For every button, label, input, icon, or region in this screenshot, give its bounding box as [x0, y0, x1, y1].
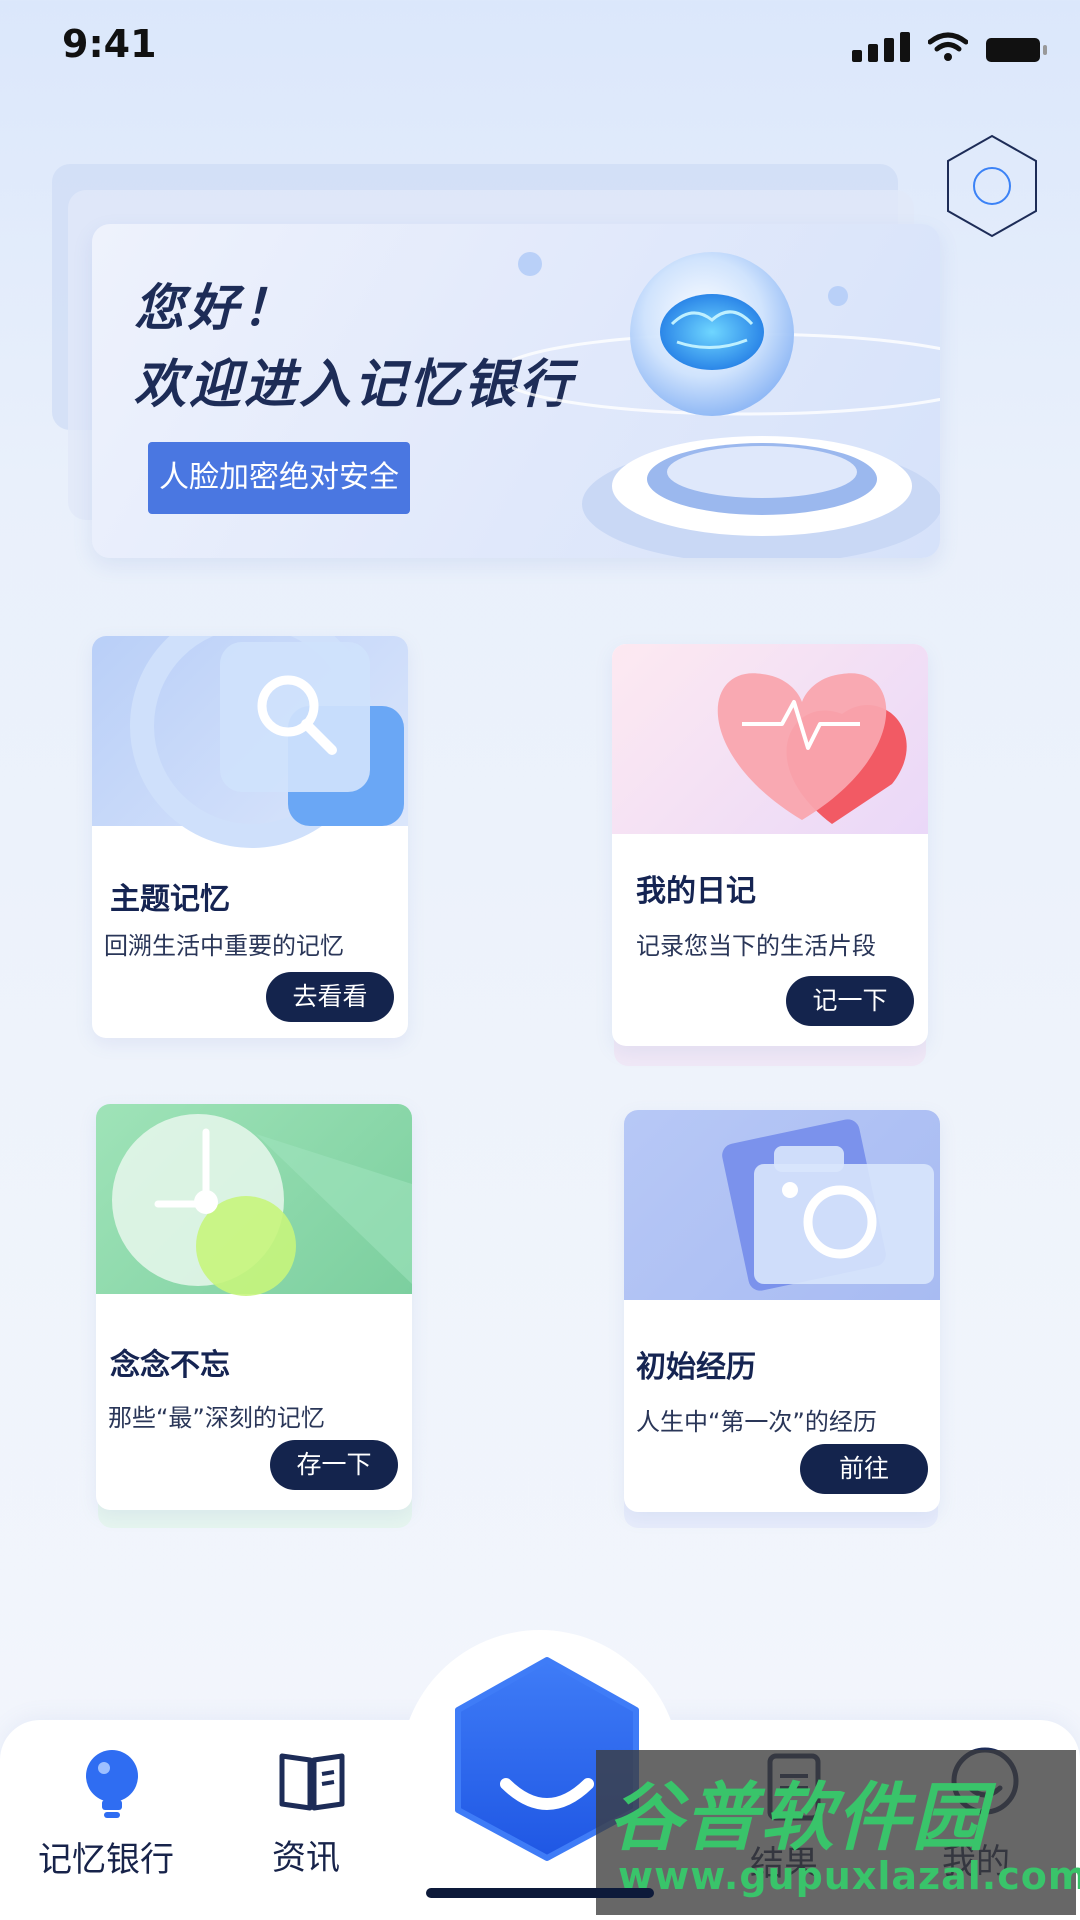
watermark: 谷普软件园 www.gupuxlazal.com [596, 1750, 1080, 1915]
go-see-button[interactable]: 去看看 [266, 972, 394, 1022]
save-button[interactable]: 存一下 [270, 1440, 398, 1490]
card-theme-memory-header [92, 636, 408, 848]
card-unforgettable[interactable]: 念念不忘 那些“最”深刻的记忆 存一下 [96, 1104, 412, 1510]
signal-icon [852, 32, 910, 62]
bulb-icon [86, 1750, 138, 1818]
card-title: 初始经历 [636, 1350, 756, 1385]
card-theme-memory[interactable]: 主题记忆 回溯生活中重要的记忆 去看看 [92, 636, 408, 1038]
hex-settings-icon[interactable] [944, 134, 1040, 238]
clock-icon [112, 1114, 412, 1296]
home-indicator [426, 1888, 654, 1898]
card-unforgettable-header [96, 1104, 412, 1296]
search-icon [130, 636, 404, 848]
tab-label: 记忆银行 [38, 1840, 174, 1880]
status-time: 9:41 [62, 22, 157, 66]
status-icons [852, 32, 1047, 62]
wifi-icon [928, 32, 968, 61]
card-title: 念念不忘 [110, 1348, 230, 1383]
card-subtitle: 记录您当下的生活片段 [636, 932, 876, 960]
card-title: 主题记忆 [110, 882, 230, 917]
card-subtitle: 那些“最”深刻的记忆 [108, 1404, 325, 1432]
watermark-url: www.gupuxlazal.com [618, 1854, 1080, 1898]
face-encrypt-button[interactable]: 人脸加密绝对安全 [148, 442, 410, 514]
card-title: 我的日记 [636, 874, 756, 909]
welcome-banner: 您好！ 欢迎进入记忆银行 人脸加密绝对安全 [92, 224, 940, 558]
card-my-diary-header [612, 644, 928, 834]
tab-news[interactable]: 资讯 [250, 1740, 370, 1890]
tab-label: 资讯 [272, 1838, 340, 1878]
watermark-title: 谷普软件园 [608, 1775, 988, 1861]
battery-icon [986, 38, 1047, 62]
go-button[interactable]: 前往 [800, 1444, 928, 1494]
write-button[interactable]: 记一下 [786, 976, 914, 1026]
camera-icon [722, 1119, 934, 1291]
banner-welcome: 欢迎进入记忆银行 [134, 355, 575, 415]
tab-memory-bank[interactable]: 记忆银行 [30, 1740, 190, 1890]
brain-sphere-illustration [512, 252, 940, 558]
heart-pulse-icon [717, 673, 907, 824]
card-my-diary[interactable]: 我的日记 记录您当下的生活片段 记一下 [612, 644, 928, 1046]
card-subtitle: 回溯生活中重要的记忆 [104, 932, 344, 960]
book-icon [279, 1753, 345, 1811]
card-subtitle: 人生中“第一次”的经历 [636, 1408, 877, 1436]
banner-greeting: 您好！ [134, 279, 296, 337]
card-first-experience-header [624, 1110, 940, 1300]
card-first-experience[interactable]: 初始经历 人生中“第一次”的经历 前往 [624, 1110, 940, 1512]
